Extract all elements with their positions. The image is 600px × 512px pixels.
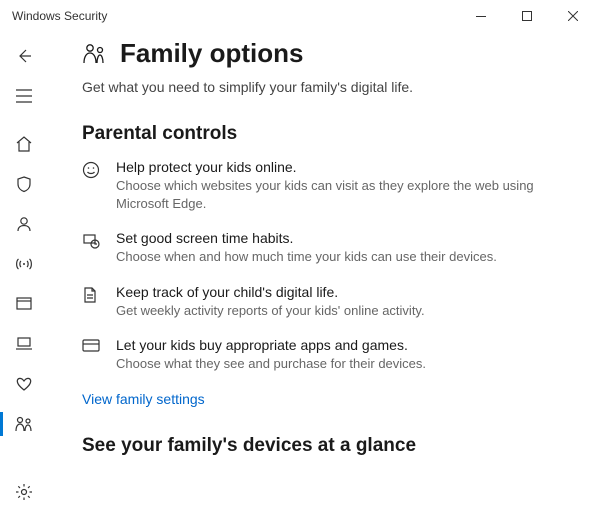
view-family-settings-link[interactable]: View family settings	[82, 391, 572, 407]
feature-desc: Get weekly activity reports of your kids…	[116, 302, 425, 320]
sidebar-item-device-security[interactable]	[0, 324, 48, 364]
app-window-icon	[15, 295, 33, 313]
feature-title: Help protect your kids online.	[116, 159, 572, 175]
page-header: Family options	[82, 38, 572, 69]
screen-time-icon	[82, 230, 102, 266]
sidebar	[0, 32, 48, 512]
feature-title: Keep track of your child's digital life.	[116, 284, 425, 300]
shield-icon	[15, 175, 33, 193]
family-icon	[14, 415, 34, 433]
page-subtitle: Get what you need to simplify your famil…	[82, 79, 572, 95]
smile-icon	[82, 159, 102, 212]
arrow-left-icon	[16, 48, 32, 64]
report-icon	[82, 284, 102, 320]
window-title: Windows Security	[12, 9, 458, 23]
sidebar-item-app-browser[interactable]	[0, 284, 48, 324]
gear-icon	[15, 483, 33, 501]
feature-title: Let your kids buy appropriate apps and g…	[116, 337, 426, 353]
feature-title: Set good screen time habits.	[116, 230, 497, 246]
maximize-icon	[522, 11, 532, 21]
feature-purchases: Let your kids buy appropriate apps and g…	[82, 337, 572, 373]
page-title: Family options	[120, 38, 303, 69]
family-header-icon	[82, 42, 108, 66]
card-icon	[82, 337, 102, 373]
close-button[interactable]	[550, 0, 596, 32]
main-content: Family options Get what you need to simp…	[48, 32, 600, 512]
feature-desc: Choose which websites your kids can visi…	[116, 177, 572, 212]
sidebar-item-virus[interactable]	[0, 164, 48, 204]
sidebar-item-home[interactable]	[0, 124, 48, 164]
heart-icon	[15, 376, 33, 392]
sidebar-item-settings[interactable]	[0, 472, 48, 512]
titlebar: Windows Security	[0, 0, 600, 32]
feature-activity: Keep track of your child's digital life.…	[82, 284, 572, 320]
laptop-icon	[14, 336, 34, 352]
sidebar-item-family[interactable]	[0, 404, 48, 444]
window-controls	[458, 0, 596, 32]
person-icon	[15, 215, 33, 233]
back-button[interactable]	[0, 36, 48, 76]
minimize-button[interactable]	[458, 0, 504, 32]
feature-protect-online: Help protect your kids online. Choose wh…	[82, 159, 572, 212]
hamburger-icon	[16, 89, 32, 103]
section-devices-heading: See your family's devices at a glance	[82, 435, 572, 457]
feature-desc: Choose when and how much time your kids …	[116, 248, 497, 266]
menu-button[interactable]	[0, 76, 48, 116]
broadcast-icon	[14, 256, 34, 272]
sidebar-item-device-performance[interactable]	[0, 364, 48, 404]
sidebar-item-firewall[interactable]	[0, 244, 48, 284]
home-icon	[15, 135, 33, 153]
feature-desc: Choose what they see and purchase for th…	[116, 355, 426, 373]
minimize-icon	[476, 16, 486, 17]
close-icon	[568, 11, 578, 21]
maximize-button[interactable]	[504, 0, 550, 32]
sidebar-item-account[interactable]	[0, 204, 48, 244]
feature-screen-time: Set good screen time habits. Choose when…	[82, 230, 572, 266]
section-parental-heading: Parental controls	[82, 123, 572, 145]
